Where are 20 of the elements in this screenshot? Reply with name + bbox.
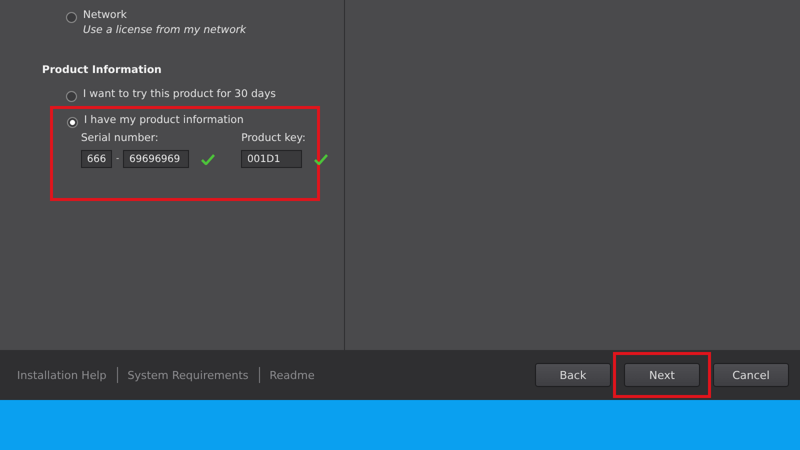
dialog-button[interactable]: Back (535, 363, 611, 387)
footer-link[interactable]: Installation Help (17, 368, 106, 382)
radio-button[interactable] (67, 117, 78, 128)
dash-separator: - (116, 154, 120, 164)
section-heading: Product Information (41, 63, 163, 78)
footer-link[interactable]: System Requirements (128, 368, 248, 382)
field-label: Product key: (241, 132, 307, 144)
option-description: Use a license from my network (83, 24, 246, 36)
field-label: Serial number: (81, 132, 160, 144)
option-label: I have my product information (84, 114, 244, 126)
option-label: Network (83, 9, 128, 21)
dialog-button[interactable]: Cancel (713, 363, 789, 387)
option-label: I want to try this product for 30 days (83, 88, 276, 100)
radio-button[interactable] (66, 91, 77, 102)
dialog-button[interactable]: Next (624, 363, 700, 387)
footer-link[interactable]: Readme (270, 368, 315, 382)
serial-number-field[interactable]: 69696969 (123, 150, 190, 168)
radio-button[interactable] (66, 12, 77, 23)
product-key-field[interactable]: 001D1 (241, 150, 302, 168)
serial-prefix-field[interactable]: 666 (81, 150, 112, 168)
